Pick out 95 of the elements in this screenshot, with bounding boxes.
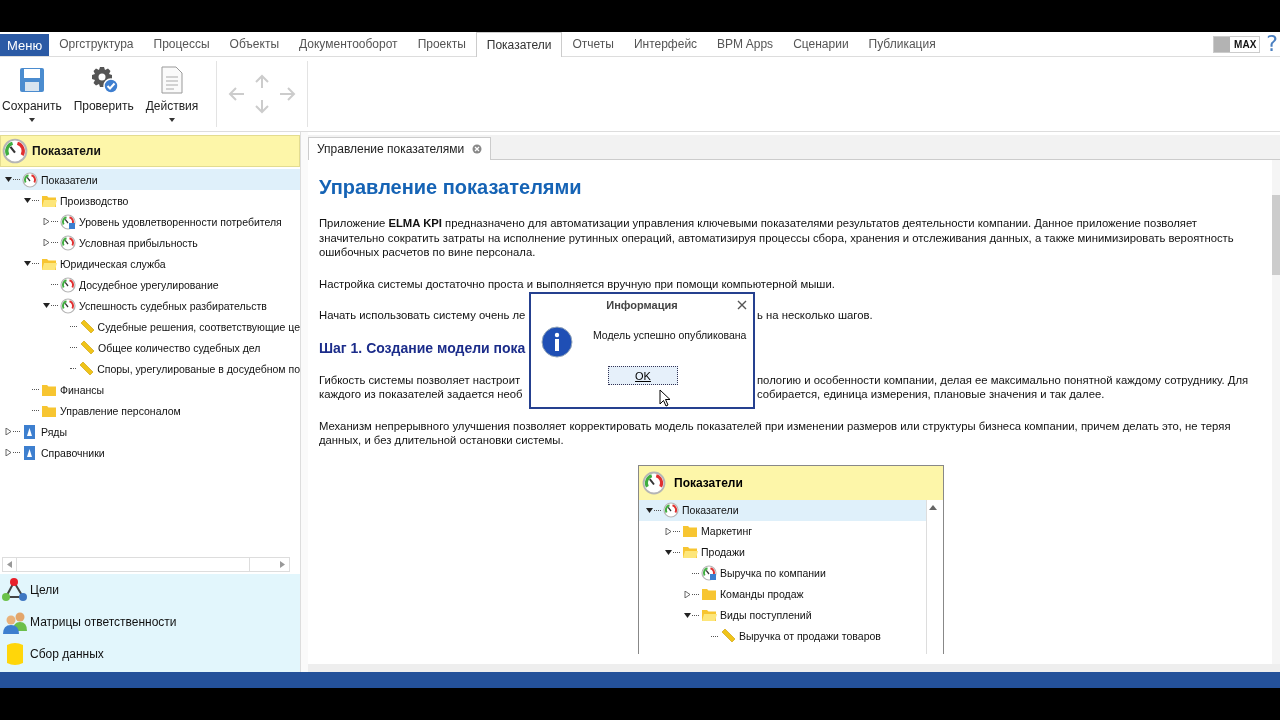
folder-icon [682,523,698,539]
section-heading: Шаг 1. Создание модели пока [319,339,526,356]
paragraph-text: Начать использовать систему очень ле [319,308,527,323]
expander-icon[interactable] [5,176,12,183]
tree-item[interactable]: Уровень удовлетворенности потребителя [0,211,300,232]
section-item[interactable]: Матрицы ответственности [0,606,300,638]
gauge-icon [22,171,38,188]
save-icon [18,67,45,93]
scroll-right-icon[interactable] [280,561,285,568]
document-tab[interactable]: Управление показателями [308,137,492,160]
panel-title: Показатели [32,144,101,158]
paragraph: Механизм непрерывного улучшения позволяет корректировать модель показателей при изменении размеров или структуры бизнеса компании, причем делать это, не теряя данных, и без длительной остановки системы. [319,418,1232,448]
gauge-icon [60,297,76,314]
tree-item[interactable]: Судебные решения, соответствующие це [0,316,300,337]
caret-icon [28,118,35,122]
gauge-icon [642,470,666,495]
document-icon [159,66,184,94]
tree-item[interactable]: Производство [0,190,300,211]
tree-item[interactable]: Споры, урегулированые в досудебном по [0,358,300,379]
nav-tab[interactable]: Документооборот [289,32,408,56]
tree-item[interactable]: Общее количество судебных дел [0,337,300,358]
expander-icon[interactable] [24,197,31,204]
nav-tab[interactable]: Публикация [858,32,946,56]
nav-tab[interactable]: Процессы [143,32,220,56]
paragraph: Приложение ELMA KPI предназначено для автоматизации управления ключевыми показателями результатов деятельности компании. Данное приложение позволяет значительно сократить затраты на исполнение рутинных операций, автоматизируя процессы сбора, хранения и отслеживания данных, а также минимизировать вероятность ошибочных расчетов по вине персонала. [319,216,1235,260]
panel-title: Показатели [674,475,743,490]
tree-item: Маркетинг [639,520,926,542]
tree-item: Виды поступлений [639,604,926,626]
tree-item[interactable]: Показатели [0,169,300,190]
ruler-icon [720,628,736,644]
dialog-title: Информация [606,299,678,311]
gauge-icon [701,565,717,581]
section-item[interactable]: Цели [0,574,300,606]
folder-icon [701,607,717,623]
paragraph: Настройка системы достаточно проста и выполняется вручную при помощи компьютерной мыши. [319,276,836,291]
tree-item[interactable]: Успешность судебных разбирательств [0,295,300,316]
gauge-icon [60,234,76,251]
cylinder-icon [4,641,26,667]
gauge-icon [60,213,76,230]
caret-icon [168,118,175,122]
paragraph-text: Гибкость системы позволяет настроит [319,372,522,387]
help-button[interactable]: ? [1266,32,1280,56]
paragraph-text: ь на несколько шагов. [757,308,873,323]
folder-icon [701,586,717,602]
nav-tab[interactable]: Интерфейс [623,32,708,56]
ruler-icon [78,318,95,335]
ruler-icon [78,360,95,377]
tree-item[interactable]: Условная прибыльность [0,232,300,253]
folder-icon [682,544,698,560]
tree-item: Продажи [639,541,926,563]
nav-tab[interactable]: Показатели [475,32,563,57]
tree-item[interactable]: Ряды [0,421,300,442]
tree-item[interactable]: Справочники [0,442,300,463]
paragraph-text: пологию и особенности компании, делая ее максимально понятной каждому сотруднику. Для [757,372,1249,387]
gauge-icon [60,276,76,293]
nav-tab[interactable]: Сценарии [783,32,859,56]
nav-tab[interactable]: Оргструктура [49,32,144,56]
book-icon [22,423,38,440]
paragraph-text: собирается, единица измерения, плановые значения и так далее. [757,387,1105,402]
toolbar-button[interactable]: Проверить [71,57,136,131]
toolbar-button[interactable]: Сохранить [0,57,64,131]
horizontal-scrollbar[interactable] [2,557,290,572]
gauge-icon [2,138,28,164]
close-icon[interactable] [472,144,483,154]
scroll-up-icon [929,504,937,510]
mode-slider[interactable] [1214,37,1231,52]
section-item[interactable]: Сбор данных [0,638,300,670]
info-icon [541,326,573,358]
book-icon [22,444,38,461]
nav-tab[interactable]: BPM Apps [707,32,784,56]
tree-item[interactable]: Финансы [0,379,300,400]
scroll-left-icon[interactable] [7,561,12,568]
tree-item: Выручка по компании [639,562,926,584]
graph-icon [2,577,28,603]
expander-icon[interactable] [24,260,31,267]
tree-item[interactable]: Управление персоналом [0,400,300,421]
gauge-icon [663,502,679,518]
nav-tab[interactable]: Объекты [219,32,290,56]
paragraph-text: каждого из показателей задается необ [319,387,524,402]
tree-item: Выручка от продажи товаров [639,625,926,647]
vertical-scrollbar[interactable] [1272,160,1280,664]
tree-item[interactable]: Юридическая служба [0,253,300,274]
menu-button[interactable]: Меню [0,34,50,56]
dialog-message: Модель успешно опубликована [593,328,747,341]
article-title: Управление показателями [319,176,583,199]
nav-tab[interactable]: Проекты [407,32,476,56]
toolbar-button[interactable]: Действия [143,57,201,131]
tree-item: Команды продаж [639,583,926,605]
expander-icon[interactable] [43,302,50,309]
tree-item: Показатели [639,499,926,521]
ok-button[interactable]: OK [608,366,678,385]
tree-item[interactable]: Досудебное урегулирование [0,274,300,295]
ruler-icon [79,339,95,356]
nav-tab[interactable]: Отчеты [562,32,624,56]
close-icon[interactable] [737,300,747,310]
